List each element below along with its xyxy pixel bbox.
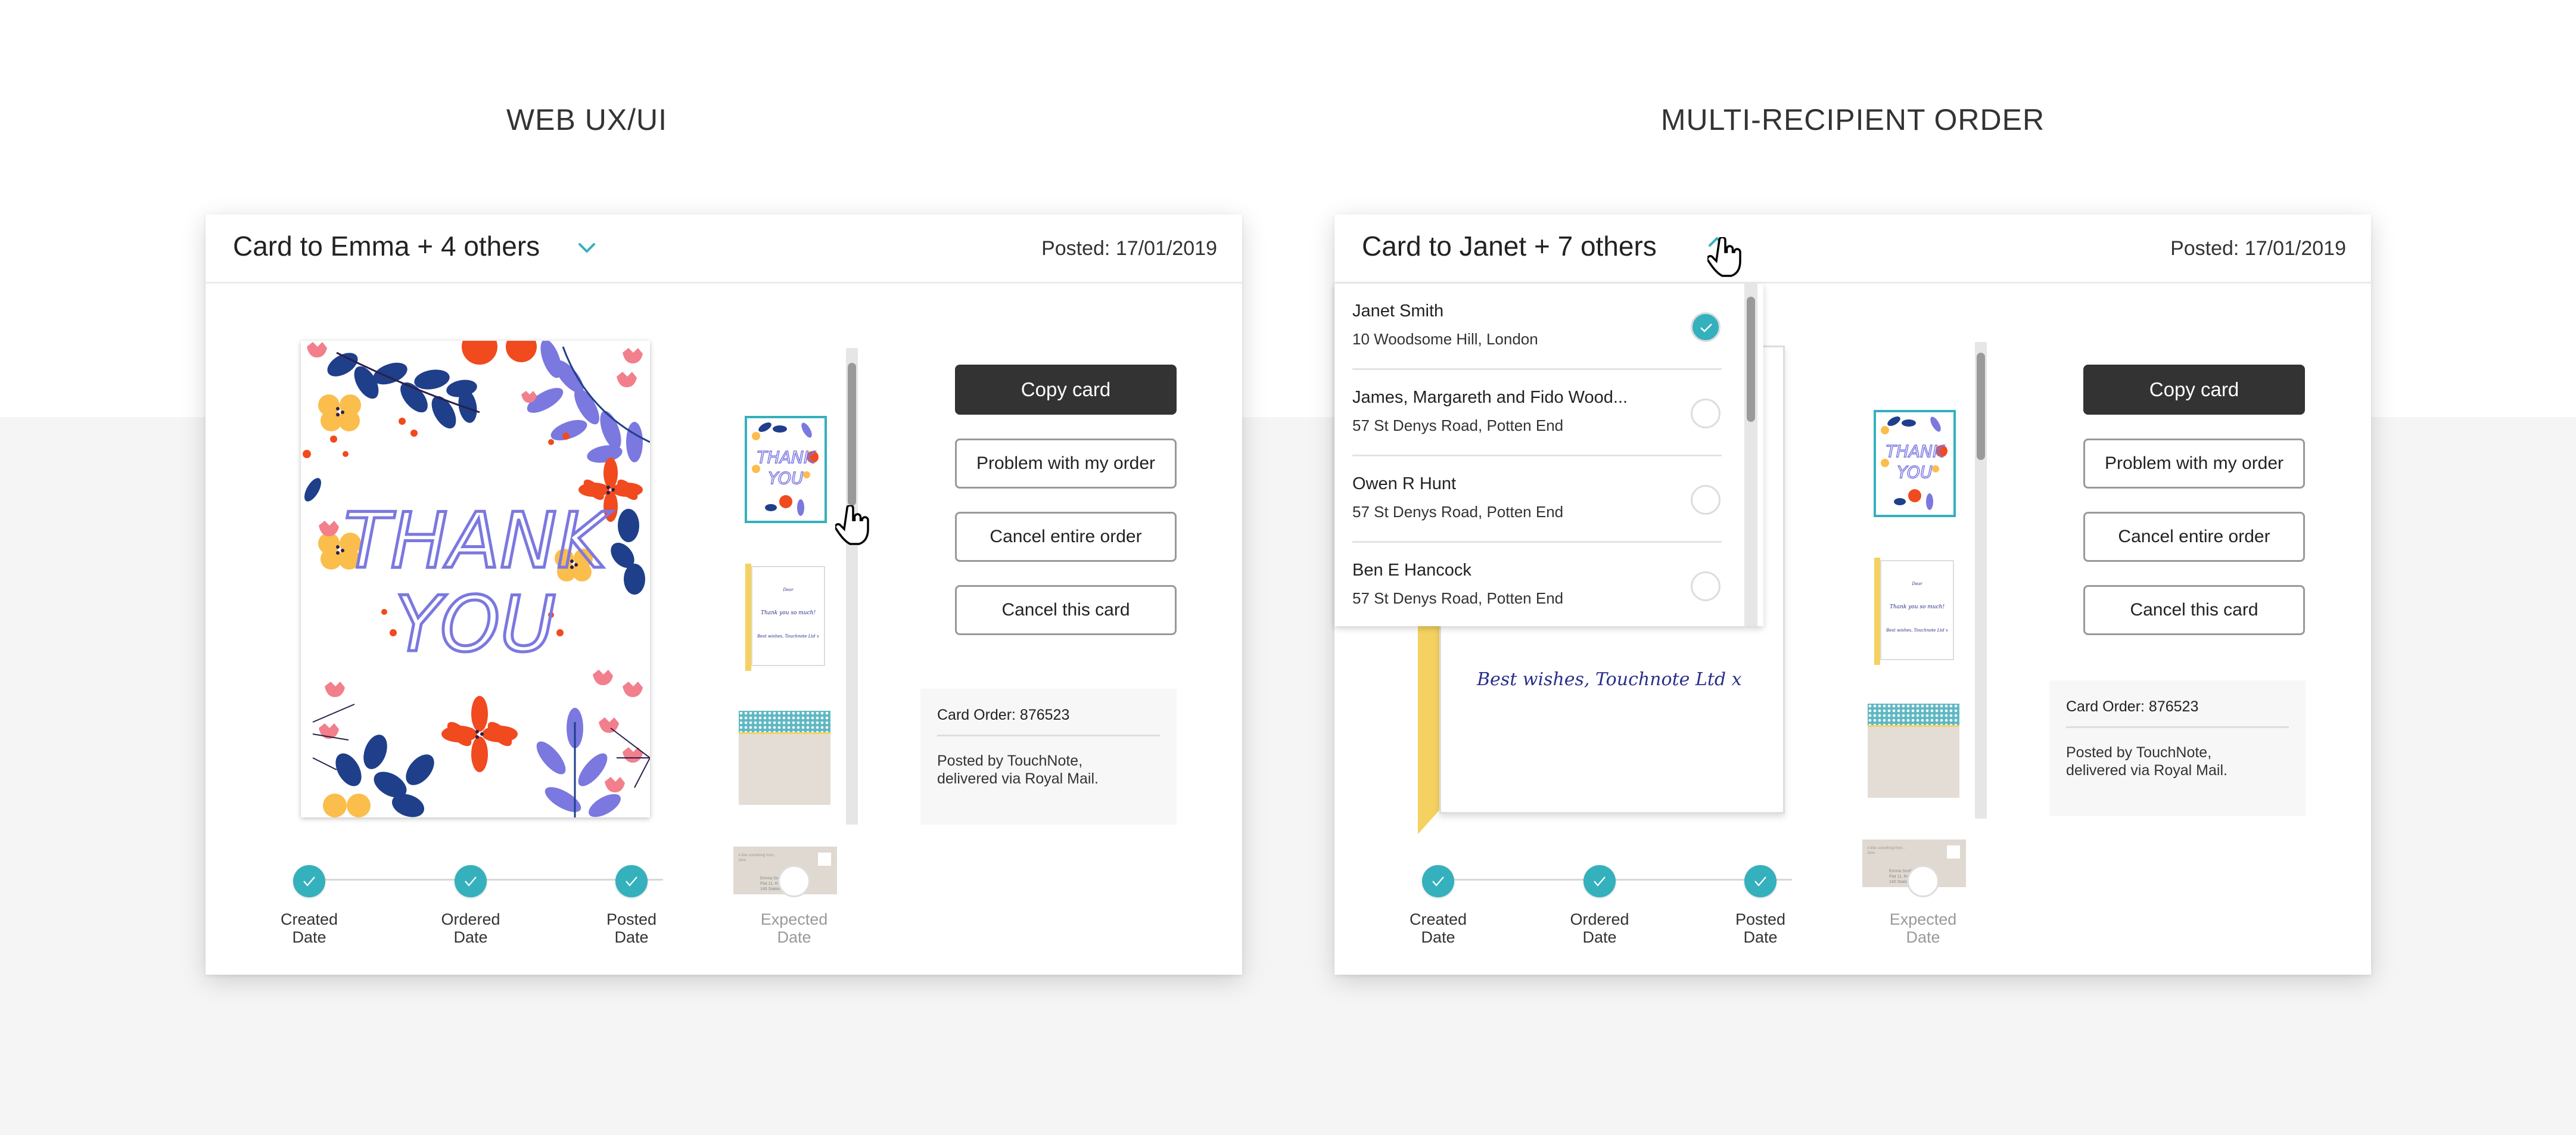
order-title: Card to Emma + 4 others [233, 231, 540, 262]
card-text-you: YOU [395, 580, 556, 669]
card-text-thank: THANK [344, 497, 612, 586]
hand-pointer-cursor-icon [1706, 236, 1743, 282]
thumbnail-card-inside[interactable]: Dear Thank you so much! Best wishes, Tou… [745, 564, 825, 671]
copy-card-button[interactable]: Copy card [2083, 365, 2305, 415]
cancel-entire-order-button[interactable]: Cancel entire order [955, 512, 1177, 562]
recipient-option[interactable]: James, Margareth and Fido Wood... 57 St … [1352, 370, 1722, 456]
panel-header: Card to Emma + 4 others Posted: 17/01/20… [206, 214, 1242, 284]
order-info-box: Card Order: 876523 Posted by TouchNote, … [2049, 680, 2306, 816]
order-panel-single: Card to Emma + 4 others Posted: 17/01/20… [206, 214, 1242, 975]
scrollbar-thumb[interactable] [848, 363, 856, 506]
recipient-option[interactable]: Ben E Hancock 57 St Denys Road, Potten E… [1352, 543, 1722, 629]
card-front-preview: THANK YOU [301, 341, 650, 817]
svg-text:THANK: THANK [757, 447, 816, 467]
progress-step-created: Created Date [262, 865, 357, 946]
check-icon [1583, 865, 1616, 897]
section-title-multi-recipient: MULTI-RECIPIENT ORDER [1660, 103, 2045, 136]
thumbnail-card-front[interactable]: THANK YOU [1874, 410, 1956, 517]
check-icon [455, 865, 487, 897]
check-icon [1744, 865, 1777, 897]
panel-header: Card to Janet + 7 others Posted: 17/01/2… [1334, 214, 2371, 284]
thumbnail-scrollbar[interactable] [846, 348, 858, 825]
recipient-option[interactable]: Owen R Hunt 57 St Denys Road, Potten End [1352, 456, 1722, 543]
posted-date: Posted: 17/01/2019 [2170, 237, 2346, 260]
card-inside-message: Best wishes, Touchnote Ltd x [1477, 669, 1742, 690]
progress-step-ordered: Ordered Date [423, 865, 518, 946]
progress-step-posted: Posted Date [584, 865, 679, 946]
order-note: Posted by TouchNote, delivered via Royal… [937, 752, 1099, 787]
cancel-entire-order-button[interactable]: Cancel entire order [2083, 512, 2305, 562]
svg-text:YOU: YOU [1897, 462, 1932, 482]
progress-step-posted: Posted Date [1713, 865, 1808, 946]
svg-text:YOU: YOU [768, 468, 803, 488]
order-info-box: Card Order: 876523 Posted by TouchNote, … [920, 689, 1177, 825]
problem-with-order-button[interactable]: Problem with my order [955, 439, 1177, 489]
copy-card-button[interactable]: Copy card [955, 365, 1177, 415]
floral-artwork: THANK YOU [301, 341, 650, 817]
thumbnail-envelope-back[interactable] [739, 711, 830, 805]
recipient-dropdown: Janet Smith 10 Woodsome Hill, London Jam… [1334, 284, 1763, 626]
radio-unchecked-icon[interactable] [1691, 485, 1721, 515]
problem-with-order-button[interactable]: Problem with my order [2083, 439, 2305, 489]
posted-date: Posted: 17/01/2019 [1041, 237, 1217, 260]
stamp-icon [1947, 845, 1960, 859]
dropdown-scrollbar[interactable] [1744, 284, 1757, 626]
check-icon [293, 865, 325, 897]
cancel-this-card-button[interactable]: Cancel this card [955, 585, 1177, 635]
svg-text:THANK: THANK [1886, 441, 1945, 461]
empty-circle-icon [778, 865, 810, 897]
order-number: Card Order: 876523 [937, 707, 1160, 736]
check-icon [1422, 865, 1454, 897]
thumbnail-envelope-back[interactable] [1868, 704, 1959, 798]
recipient-option[interactable]: Janet Smith 10 Woodsome Hill, London [1352, 284, 1722, 370]
radio-checked-icon[interactable] [1691, 312, 1721, 342]
hand-pointer-cursor-icon [834, 504, 871, 550]
cancel-this-card-button[interactable]: Cancel this card [2083, 585, 2305, 635]
thumbnail-card-front[interactable]: THANK YOU [745, 416, 827, 523]
empty-circle-icon [1907, 865, 1939, 897]
radio-unchecked-icon[interactable] [1691, 399, 1721, 428]
progress-step-expected: Expected Date [1875, 865, 1971, 946]
order-title: Card to Janet + 7 others [1362, 231, 1657, 262]
progress-step-expected: Expected Date [746, 865, 842, 946]
order-note: Posted by TouchNote, delivered via Royal… [2066, 744, 2227, 779]
progress-step-created: Created Date [1390, 865, 1486, 946]
check-icon [615, 865, 648, 897]
thumbnail-card-inside[interactable]: Dear Thank you so much! Best wishes, Tou… [1874, 558, 1954, 665]
chevron-down-icon[interactable] [575, 236, 599, 260]
thumbnail-scrollbar[interactable] [1975, 342, 1987, 819]
radio-unchecked-icon[interactable] [1691, 571, 1721, 601]
order-number: Card Order: 876523 [2066, 698, 2289, 728]
section-title-web-ux: WEB UX/UI [506, 103, 668, 136]
order-progress-tracker: Created Date Ordered Date Posted Date Expec… [262, 865, 827, 960]
stamp-icon [818, 853, 831, 866]
scrollbar-thumb[interactable] [1747, 297, 1755, 422]
order-progress-tracker: Created Date Ordered Date Posted Date Expec… [1394, 865, 1956, 960]
progress-step-ordered: Ordered Date [1552, 865, 1647, 946]
scrollbar-thumb[interactable] [1977, 353, 1985, 460]
order-panel-multi-recipient: Card to Janet + 7 others Posted: 17/01/2… [1334, 214, 2371, 975]
